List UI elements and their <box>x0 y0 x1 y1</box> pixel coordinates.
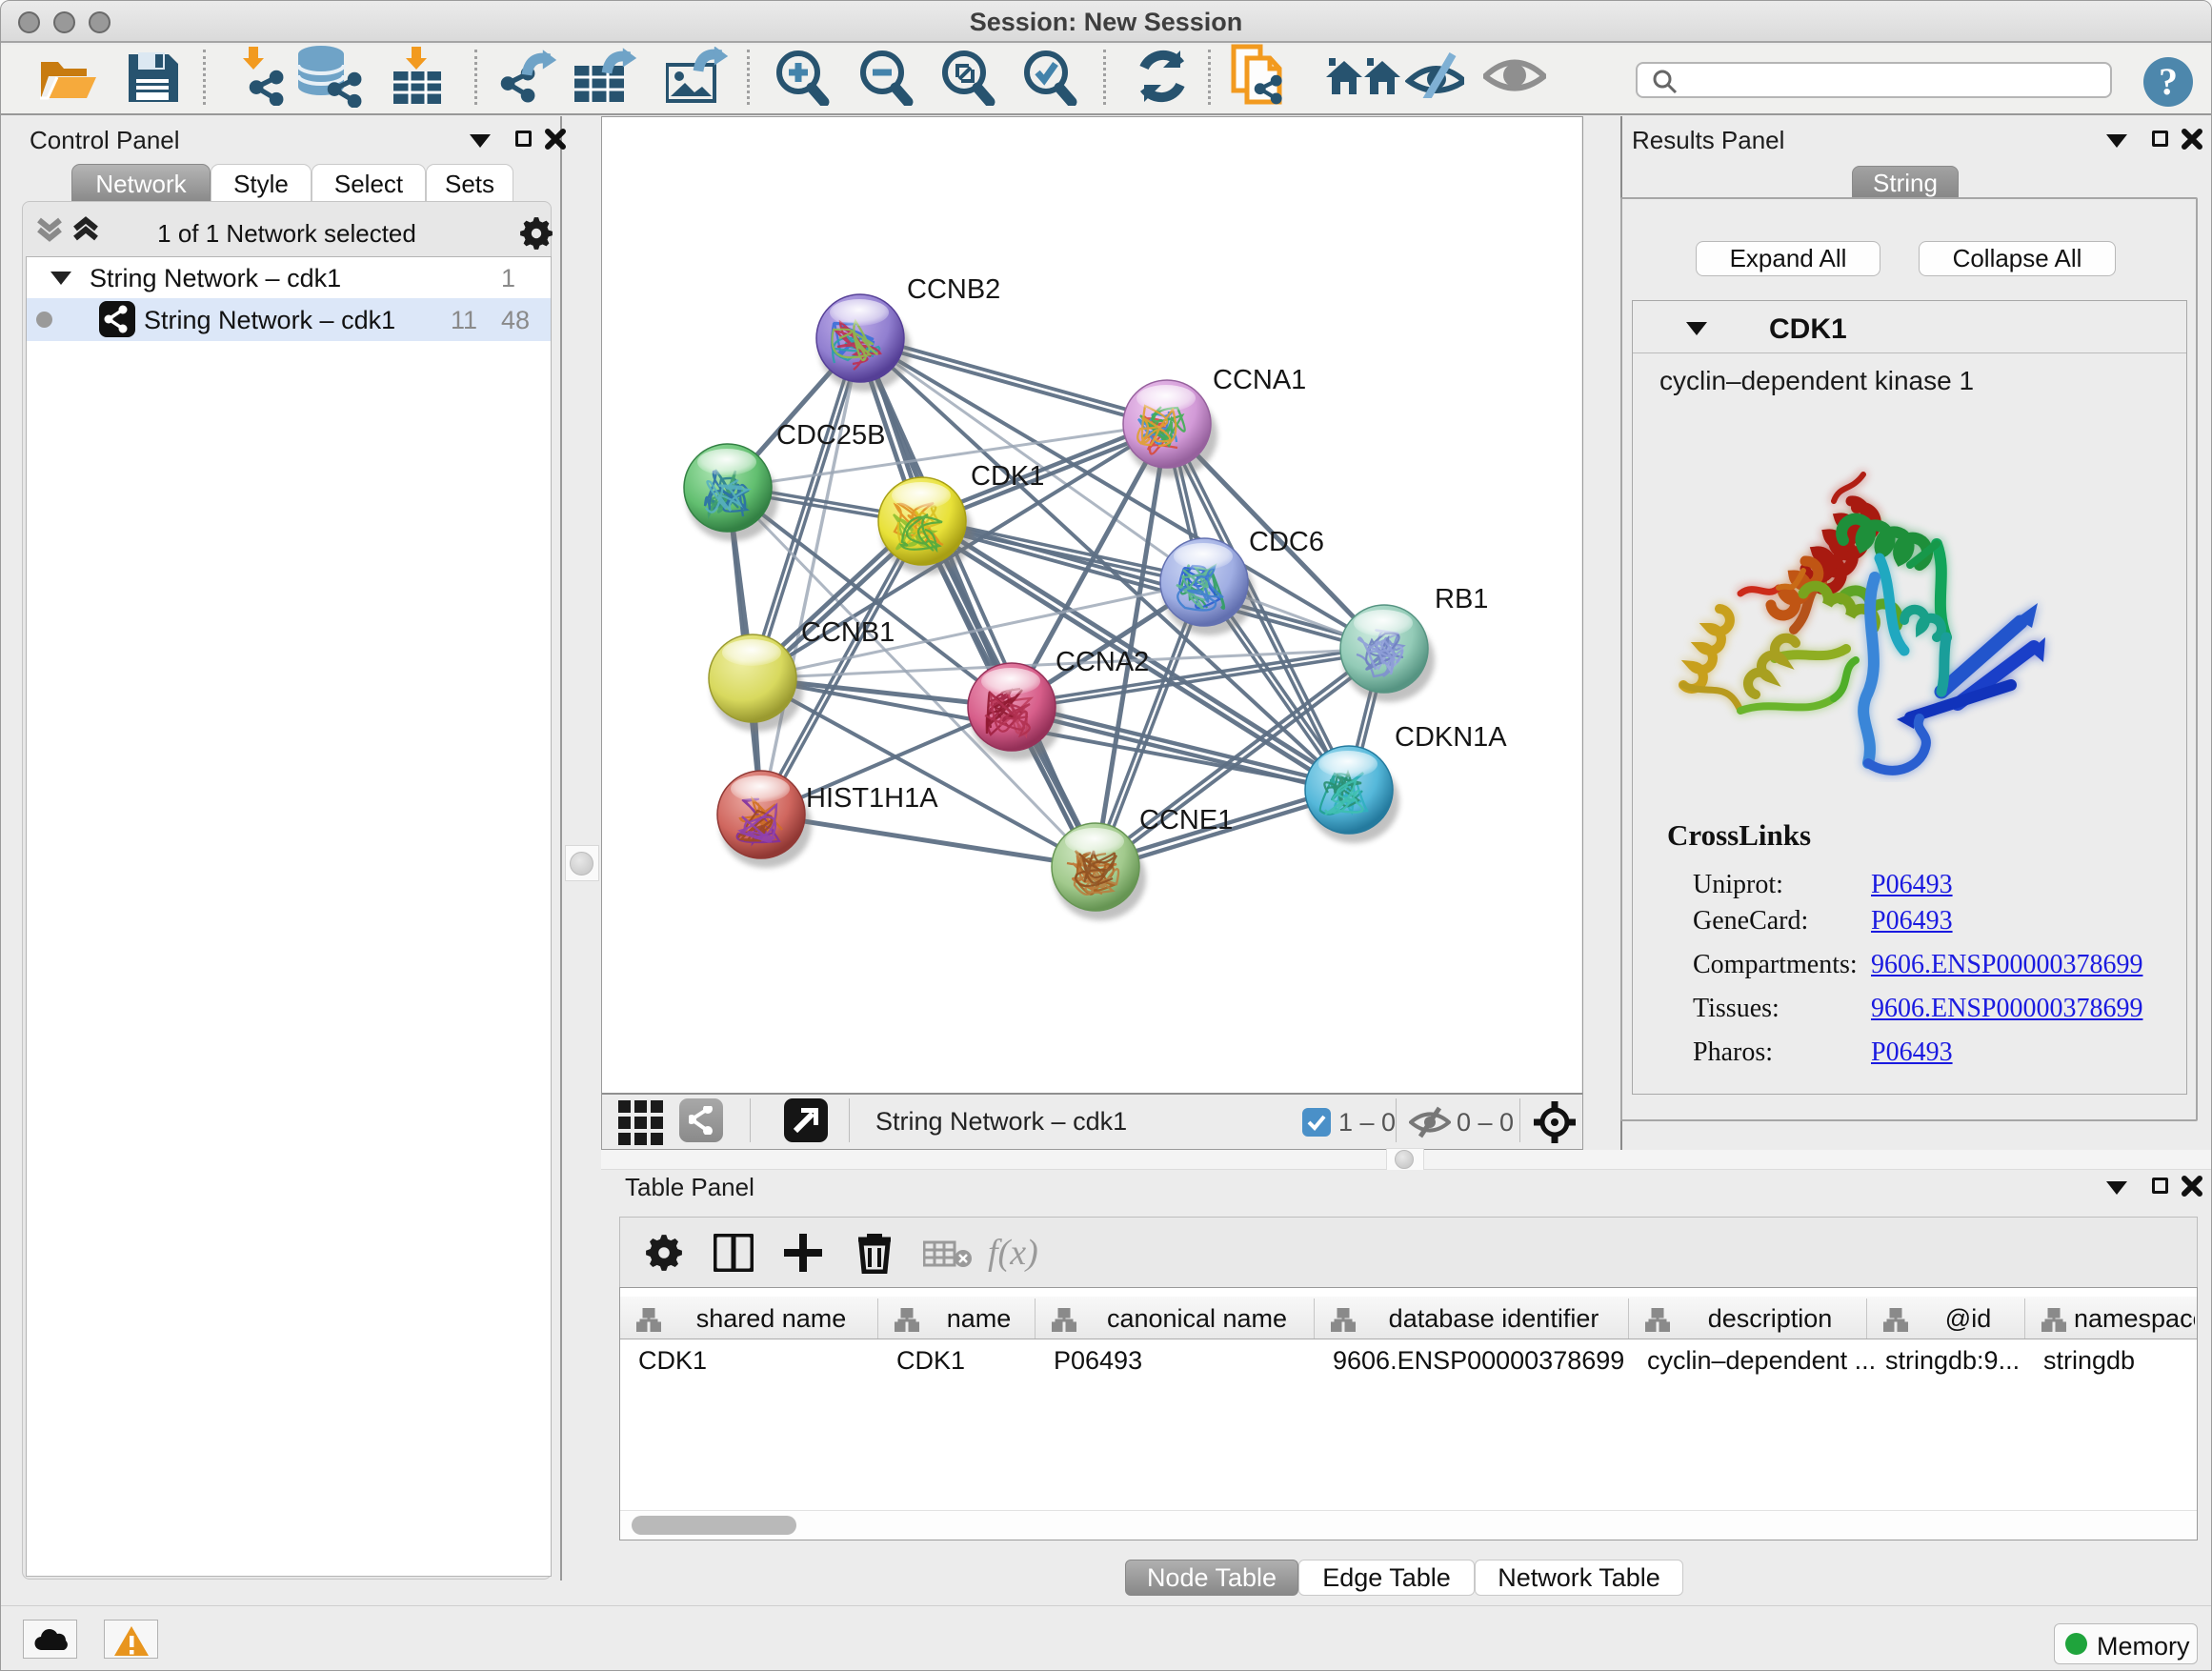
svg-text:CCNB2: CCNB2 <box>907 274 1000 305</box>
svg-text:CCNB1: CCNB1 <box>801 617 895 648</box>
svg-text:RB1: RB1 <box>1435 584 1488 614</box>
svg-text:CCNE1: CCNE1 <box>1139 805 1233 836</box>
svg-text:CDKN1A: CDKN1A <box>1395 722 1507 753</box>
svg-text:?: ? <box>2159 60 2178 103</box>
svg-text:CDC6: CDC6 <box>1249 527 1324 557</box>
svg-text:CDC25B: CDC25B <box>776 420 885 451</box>
svg-text:CDK1: CDK1 <box>971 461 1044 492</box>
svg-text:CCNA2: CCNA2 <box>1056 647 1149 677</box>
svg-text:CCNA1: CCNA1 <box>1213 365 1306 395</box>
svg-text:HIST1H1A: HIST1H1A <box>806 783 938 814</box>
